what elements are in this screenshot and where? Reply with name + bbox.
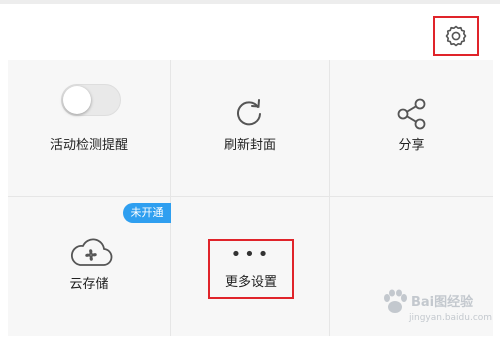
tile-cloud-storage[interactable]: 未开通 云存储 (8, 197, 171, 336)
not-activated-badge: 未开通 (123, 203, 171, 223)
watermark: Bai图经验 jingyan.baidu.com (379, 287, 495, 331)
paw-logo-icon (381, 289, 409, 315)
refresh-icon (233, 98, 265, 130)
more-settings-highlight[interactable]: ••• 更多设置 (208, 239, 294, 299)
tile-motion-detection[interactable]: 活动检测提醒 (8, 60, 171, 197)
tile-share[interactable]: 分享 (330, 60, 493, 197)
motion-detection-label: 活动检测提醒 (49, 138, 128, 153)
cloud-storage-label: 云存储 (69, 277, 109, 292)
share-icon (394, 98, 428, 130)
tile-refresh-cover[interactable]: 刷新封面 (171, 60, 330, 197)
more-settings-label: 更多设置 (224, 275, 277, 290)
refresh-cover-label: 刷新封面 (223, 138, 276, 153)
cloud-icon (69, 237, 113, 269)
more-dots-icon: ••• (230, 244, 272, 265)
watermark-text: Bai图经验 (411, 295, 474, 310)
header-bar (0, 4, 500, 60)
gear-icon (444, 24, 468, 48)
settings-button[interactable] (433, 16, 479, 56)
toggle-knob (63, 86, 91, 114)
watermark-sub: jingyan.baidu.com (409, 313, 493, 323)
motion-detection-toggle[interactable] (61, 84, 121, 116)
tile-more-settings[interactable]: ••• 更多设置 (171, 197, 330, 336)
share-label: 分享 (398, 138, 425, 153)
